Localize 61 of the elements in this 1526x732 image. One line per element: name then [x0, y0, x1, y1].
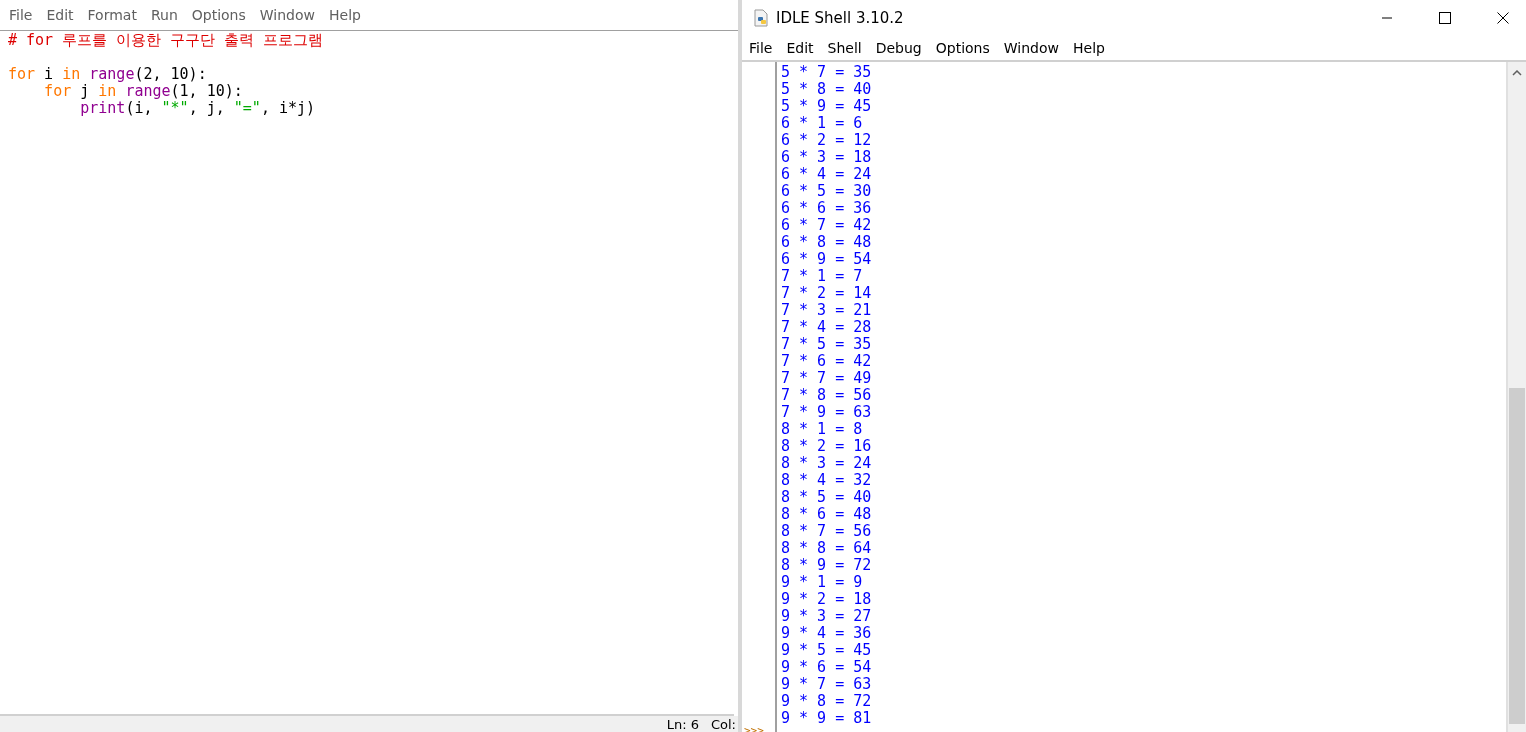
menu-item[interactable]: File: [2, 7, 40, 23]
output-line: 7 * 7 = 49: [781, 370, 873, 387]
output-line: 9 * 2 = 18: [781, 591, 873, 608]
output-line: 8 * 9 = 72: [781, 557, 873, 574]
output-line: 7 * 9 = 63: [781, 404, 873, 421]
output-line: 7 * 5 = 35: [781, 336, 873, 353]
output-line: 5 * 7 = 35: [781, 64, 873, 81]
output-line: 8 * 2 = 16: [781, 438, 873, 455]
output-line: 7 * 6 = 42: [781, 353, 873, 370]
menu-item[interactable]: Edit: [39, 7, 81, 23]
menu-item[interactable]: Format: [80, 7, 144, 23]
menu-item[interactable]: Run: [143, 7, 185, 23]
output-line: 6 * 7 = 42: [781, 217, 873, 234]
output-line: 7 * 1 = 7: [781, 268, 864, 285]
menu-item[interactable]: Window: [252, 7, 322, 23]
output-line: 5 * 8 = 40: [781, 81, 873, 98]
output-line: 5 * 9 = 45: [781, 98, 873, 115]
menu-item[interactable]: Help: [1066, 40, 1112, 56]
vertical-scrollbar[interactable]: [1508, 62, 1526, 732]
output-line: 8 * 3 = 24: [781, 455, 873, 472]
maximize-icon: [1439, 12, 1451, 24]
output-line: 7 * 4 = 28: [781, 319, 873, 336]
menu-item[interactable]: Window: [996, 40, 1066, 56]
output-line: 9 * 9 = 81: [781, 710, 873, 727]
output-line: 6 * 3 = 18: [781, 149, 873, 166]
menu-item[interactable]: Options: [184, 7, 253, 23]
output-line: 8 * 4 = 32: [781, 472, 873, 489]
menu-item[interactable]: File: [742, 40, 780, 56]
output-line: 7 * 3 = 21: [781, 302, 873, 319]
close-icon: [1497, 12, 1509, 24]
output-line: 8 * 8 = 64: [781, 540, 873, 557]
output-line: 8 * 1 = 8: [781, 421, 864, 438]
output-line: 6 * 8 = 48: [781, 234, 873, 251]
output-line: 8 * 6 = 48: [781, 506, 873, 523]
window-title: IDLE Shell 3.10.2: [776, 9, 904, 27]
output-line: 6 * 5 = 30: [781, 183, 873, 200]
menu-item[interactable]: Edit: [779, 40, 821, 56]
python-file-icon: [752, 9, 770, 27]
output-line: 9 * 4 = 36: [781, 625, 873, 642]
menu-item[interactable]: Shell: [820, 40, 869, 56]
scrollbar-thumb[interactable]: [1509, 388, 1525, 724]
output-line: 8 * 5 = 40: [781, 489, 873, 506]
output-line: 6 * 2 = 12: [781, 132, 873, 149]
output-line: 8 * 7 = 56: [781, 523, 873, 540]
output-line: 6 * 1 = 6: [781, 115, 864, 132]
menu-item[interactable]: Debug: [868, 40, 929, 56]
output-line: 9 * 6 = 54: [781, 659, 873, 676]
column-label: Col:: [710, 716, 736, 732]
menu-item[interactable]: Help: [322, 7, 368, 23]
output-line: 6 * 4 = 24: [781, 166, 873, 183]
output-line: 9 * 1 = 9: [781, 574, 864, 591]
output-line: 9 * 7 = 63: [781, 676, 873, 693]
menu-item[interactable]: Options: [928, 40, 997, 56]
line-number-label: Ln: 6: [666, 716, 699, 732]
output-line: 9 * 8 = 72: [781, 693, 873, 710]
output-line: 6 * 6 = 36: [781, 200, 873, 217]
output-line: 7 * 2 = 14: [781, 285, 873, 302]
output-line: 7 * 8 = 56: [781, 387, 873, 404]
output-line: 6 * 9 = 54: [781, 251, 873, 268]
output-line: 9 * 3 = 27: [781, 608, 873, 625]
output-line: 9 * 5 = 45: [781, 642, 873, 659]
